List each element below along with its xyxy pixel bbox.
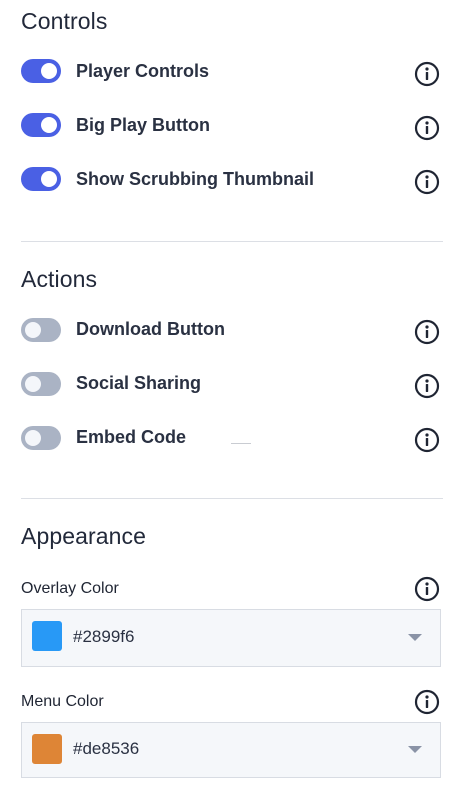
chevron-down-icon xyxy=(408,634,422,641)
info-icon[interactable] xyxy=(414,319,440,345)
player-controls-toggle[interactable] xyxy=(21,59,61,83)
controls-heading: Controls xyxy=(21,8,108,34)
toggle-knob xyxy=(25,376,41,392)
actions-heading: Actions xyxy=(21,266,98,292)
info-icon[interactable] xyxy=(414,61,440,87)
menu-color-label: Menu Color xyxy=(21,693,104,710)
toggle-knob xyxy=(41,171,57,187)
info-icon[interactable] xyxy=(414,427,440,453)
color-swatch xyxy=(32,621,62,651)
menu-color-value: #de8536 xyxy=(73,739,140,758)
info-icon[interactable] xyxy=(414,373,440,399)
scrubbing-thumbnail-toggle[interactable] xyxy=(21,167,61,191)
color-swatch xyxy=(32,734,62,764)
appearance-heading: Appearance xyxy=(21,523,147,549)
social-sharing-toggle[interactable] xyxy=(21,372,61,396)
overlay-color-value: #2899f6 xyxy=(73,627,135,646)
toggle-knob xyxy=(25,430,41,446)
info-icon[interactable] xyxy=(414,115,440,141)
embed-code-label: Embed Code xyxy=(76,427,187,447)
embed-code-toggle[interactable] xyxy=(21,426,61,450)
info-icon[interactable] xyxy=(414,169,440,195)
player-controls-label: Player Controls xyxy=(76,61,210,81)
stray-line xyxy=(231,443,251,444)
big-play-button-toggle[interactable] xyxy=(21,113,61,137)
social-sharing-label: Social Sharing xyxy=(76,373,202,393)
toggle-knob xyxy=(41,63,57,79)
section-divider xyxy=(21,498,443,499)
download-button-label: Download Button xyxy=(76,319,225,339)
info-icon[interactable] xyxy=(414,689,440,715)
info-icon[interactable] xyxy=(414,576,440,602)
overlay-color-select[interactable]: #2899f6 xyxy=(21,609,441,667)
toggle-knob xyxy=(25,322,41,338)
overlay-color-label: Overlay Color xyxy=(21,580,119,597)
section-divider xyxy=(21,241,443,242)
chevron-down-icon xyxy=(408,746,422,753)
toggle-knob xyxy=(41,117,57,133)
download-button-toggle[interactable] xyxy=(21,318,61,342)
big-play-button-label: Big Play Button xyxy=(76,115,210,135)
menu-color-select[interactable]: #de8536 xyxy=(21,722,441,778)
scrubbing-thumbnail-label: Show Scrubbing Thumbnail xyxy=(76,169,314,189)
